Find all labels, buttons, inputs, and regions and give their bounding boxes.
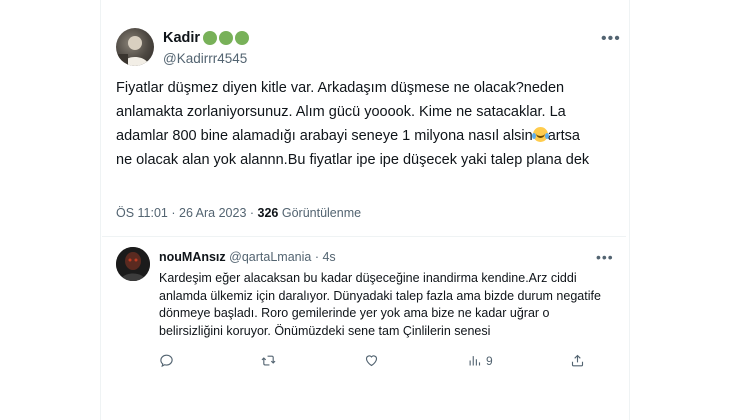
heart-icon <box>365 355 378 367</box>
author-name[interactable]: Kadir <box>163 30 200 46</box>
reply-header: nouMAnsız @qartaLmania · 4s <box>159 250 336 264</box>
reply-button[interactable] <box>159 353 174 368</box>
author-name-row[interactable]: Kadir <box>163 30 250 46</box>
reply-author-handle[interactable]: @qartaLmania <box>229 250 311 264</box>
reply-text: Kardeşim eğer alacaksan bu kadar düşeceğ… <box>159 271 601 338</box>
more-dots-icon[interactable]: ••• <box>601 30 621 48</box>
reply-author-name[interactable]: nouMAnsız <box>159 250 226 264</box>
retweet-button[interactable] <box>261 353 276 368</box>
reply-avatar[interactable] <box>116 247 150 281</box>
upload-icon <box>571 354 584 367</box>
retweet-icon <box>261 355 276 366</box>
views-button[interactable]: 9 <box>467 353 493 368</box>
reply-actions: 9 <box>159 353 609 369</box>
reply-more-dots-icon[interactable]: ••• <box>596 249 614 265</box>
joy-emoji-icon <box>531 127 548 142</box>
green-circles-emoji <box>201 31 250 45</box>
tweet-meta: ÖS 11:01 · 26 Ara 2023 · 326 Görüntülenm… <box>116 206 361 220</box>
like-button[interactable] <box>364 353 379 368</box>
views-count: 326 <box>257 206 279 220</box>
author-handle[interactable]: @Kadirrr4545 <box>163 51 247 66</box>
tweet-timestamp[interactable]: ÖS 11:01 · 26 Ara 2023 · <box>116 206 258 220</box>
views-label: Görüntülenme <box>278 206 362 220</box>
reply-views-count: 9 <box>486 353 493 368</box>
green-circle-icon <box>235 31 250 45</box>
bar-chart-icon <box>469 356 481 366</box>
tweet-text: Fiyatlar düşmez diyen kitle var. Arkadaş… <box>116 76 596 172</box>
reply-time[interactable]: · 4s <box>315 250 336 264</box>
tweet-text-main: Fiyatlar düşmez diyen kitle var. Arkadaş… <box>116 80 566 144</box>
speech-bubble-icon <box>160 354 173 368</box>
green-circle-icon <box>203 31 218 45</box>
green-circle-icon <box>219 31 234 45</box>
author-avatar[interactable] <box>116 28 154 66</box>
share-button[interactable] <box>570 353 585 368</box>
